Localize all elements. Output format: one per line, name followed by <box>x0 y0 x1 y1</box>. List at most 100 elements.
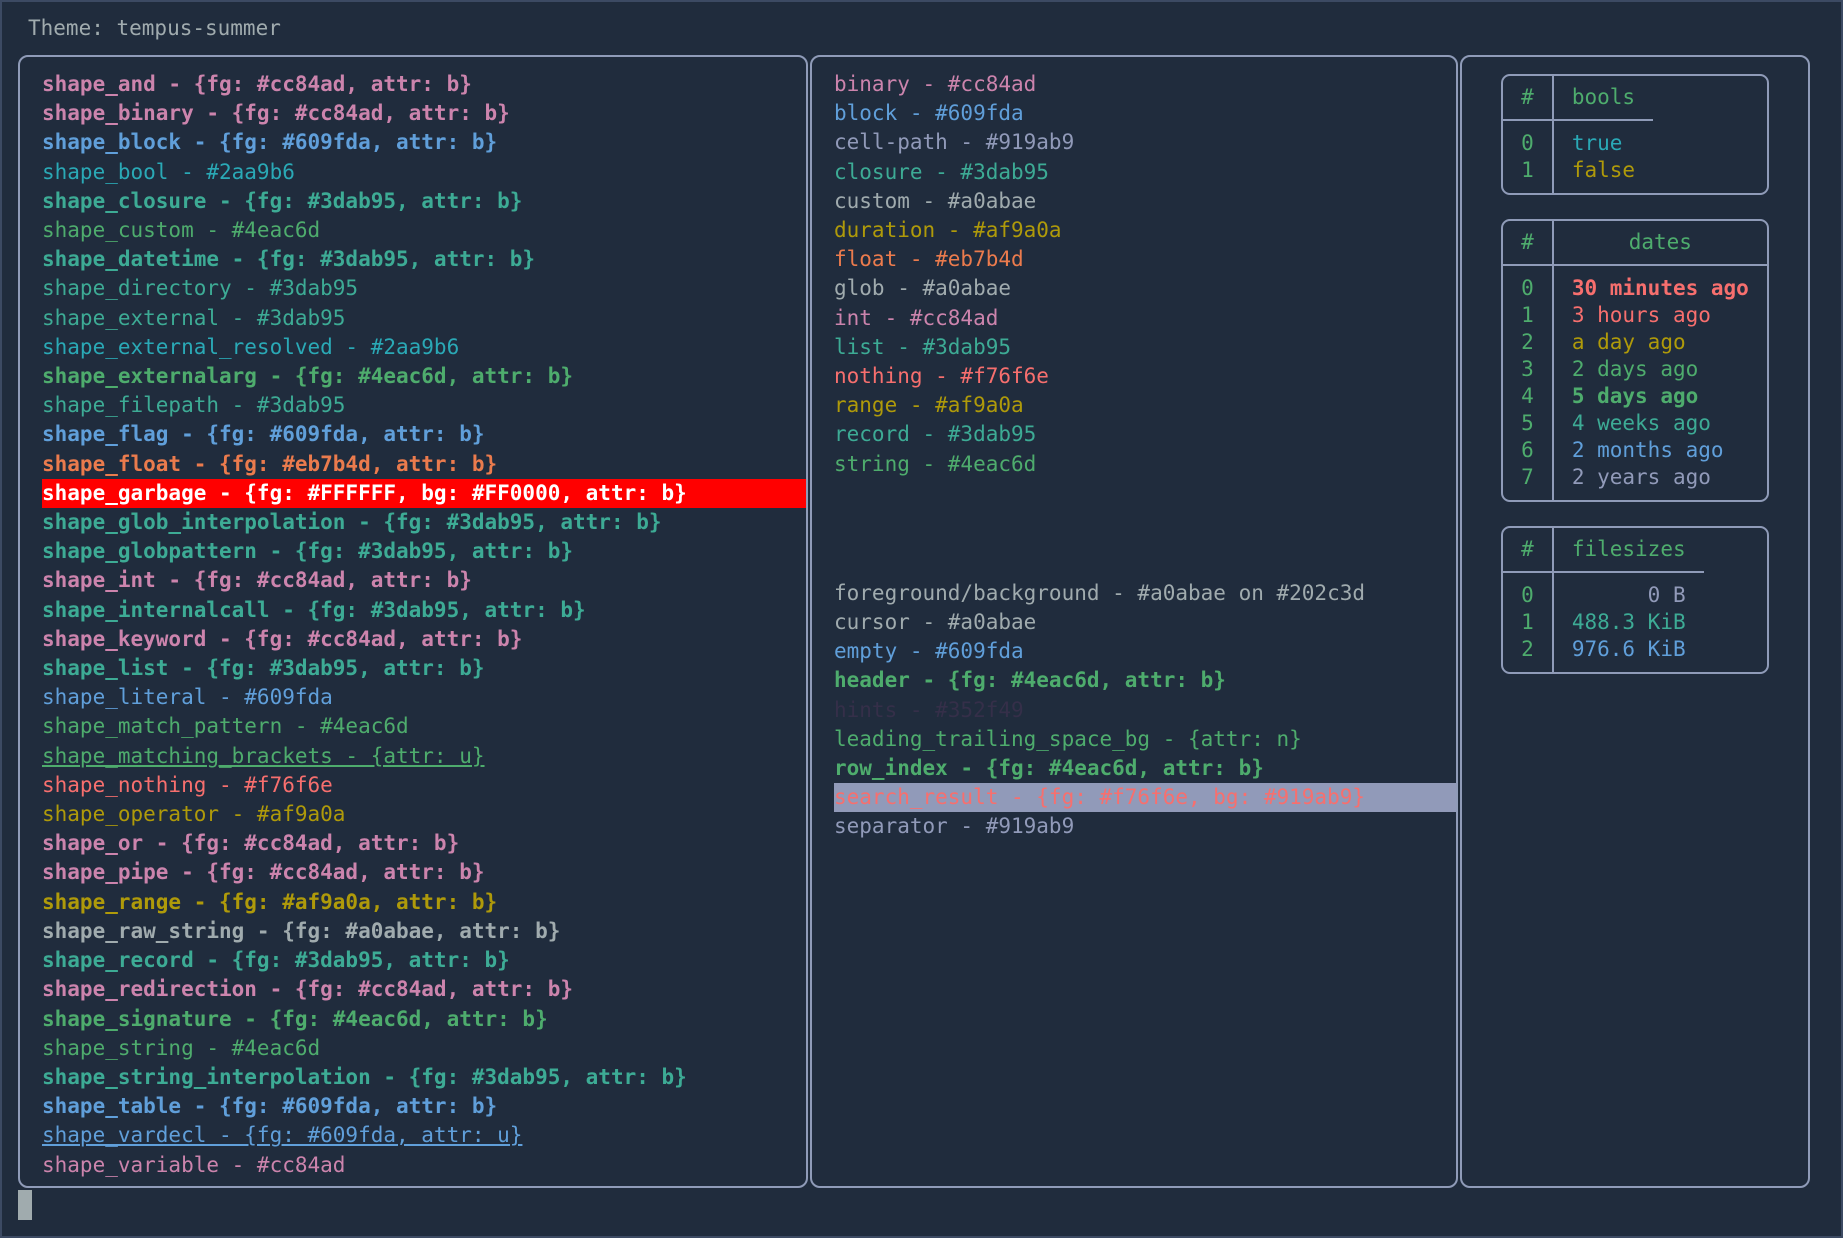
ui-element-entry: cursor - #a0abae <box>834 608 1456 637</box>
type-entry: range - #af9a0a <box>834 391 1456 420</box>
shapes-list: shape_and - {fg: #cc84ad, attr: b}shape_… <box>42 70 806 1180</box>
shape-entry: shape_signature - {fg: #4eac6d, attr: b} <box>42 1005 806 1034</box>
table-row: 62 months ago <box>1503 437 1767 464</box>
column-header: # <box>1503 528 1553 572</box>
column-header: # <box>1503 221 1553 265</box>
column-header: filesizes <box>1553 528 1704 572</box>
row-index: 1 <box>1503 157 1553 193</box>
row-index: 0 <box>1503 265 1553 302</box>
table-row: 2a day ago <box>1503 329 1767 356</box>
type-entry: cell-path - #919ab9 <box>834 128 1456 157</box>
shape-entry: shape_custom - #4eac6d <box>42 216 806 245</box>
type-entry: list - #3dab95 <box>834 333 1456 362</box>
table-row: 030 minutes ago <box>1503 265 1767 302</box>
shape-entry: shape_match_pattern - #4eac6d <box>42 712 806 741</box>
row-value: false <box>1553 157 1653 193</box>
terminal-cursor <box>18 1190 32 1220</box>
row-value: 488.3 KiB <box>1553 609 1704 636</box>
ui-element-entry: header - {fg: #4eac6d, attr: b} <box>834 666 1456 695</box>
shape-entry: shape_external_resolved - #2aa9b6 <box>42 333 806 362</box>
shape-entry: shape_externalarg - {fg: #4eac6d, attr: … <box>42 362 806 391</box>
type-entry: block - #609fda <box>834 99 1456 128</box>
shape-entry: shape_binary - {fg: #cc84ad, attr: b} <box>42 99 806 128</box>
shape-entry: shape_internalcall - {fg: #3dab95, attr:… <box>42 596 806 625</box>
terminal-window: Theme: tempus-summer shape_and - {fg: #c… <box>0 0 1843 1238</box>
table-row: 13 hours ago <box>1503 302 1767 329</box>
type-entry: string - #4eac6d <box>834 450 1456 479</box>
type-entry: custom - #a0abae <box>834 187 1456 216</box>
type-entry: float - #eb7b4d <box>834 245 1456 274</box>
shape-entry: shape_string_interpolation - {fg: #3dab9… <box>42 1063 806 1092</box>
table-row: 1false <box>1503 157 1653 193</box>
row-value: 0 B <box>1553 572 1704 609</box>
shape-entry: shape_raw_string - {fg: #a0abae, attr: b… <box>42 917 806 946</box>
table-row: 1488.3 KiB <box>1503 609 1703 636</box>
shapes-panel: shape_and - {fg: #cc84ad, attr: b}shape_… <box>18 55 808 1188</box>
ui-element-entry: leading_trailing_space_bg - {attr: n} <box>834 725 1456 754</box>
row-index: 3 <box>1503 356 1553 383</box>
type-entry: int - #cc84ad <box>834 304 1456 333</box>
shape-entry: shape_list - {fg: #3dab95, attr: b} <box>42 654 806 683</box>
table-dates: #dates030 minutes ago13 hours ago2a day … <box>1501 219 1769 502</box>
column-header: dates <box>1553 221 1767 265</box>
shape-entry: shape_nothing - #f76f6e <box>42 771 806 800</box>
row-value: 976.6 KiB <box>1553 636 1704 672</box>
shape-entry: shape_external - #3dab95 <box>42 304 806 333</box>
shape-entry: shape_variable - #cc84ad <box>42 1151 806 1180</box>
ui-element-entry: search_result - {fg: #f76f6e, bg: #919ab… <box>834 783 1456 812</box>
table-row: 0true <box>1503 120 1653 157</box>
table-header-row: #filesizes <box>1503 528 1703 572</box>
shape-entry: shape_bool - #2aa9b6 <box>42 158 806 187</box>
type-entry: duration - #af9a0a <box>834 216 1456 245</box>
column-header: bools <box>1553 76 1653 120</box>
shape-entry: shape_redirection - {fg: #cc84ad, attr: … <box>42 975 806 1004</box>
row-value: 3 hours ago <box>1553 302 1767 329</box>
types-list: binary - #cc84adblock - #609fdacell-path… <box>834 70 1456 479</box>
list-spacer <box>834 479 1456 579</box>
shape-entry: shape_keyword - {fg: #cc84ad, attr: b} <box>42 625 806 654</box>
table-row: 2976.6 KiB <box>1503 636 1703 672</box>
shape-entry: shape_range - {fg: #af9a0a, attr: b} <box>42 888 806 917</box>
type-entry: closure - #3dab95 <box>834 158 1456 187</box>
shape-entry: shape_block - {fg: #609fda, attr: b} <box>42 128 806 157</box>
type-entry: record - #3dab95 <box>834 420 1456 449</box>
table-bools: #bools0true1false <box>1501 74 1769 195</box>
table-filesizes: #filesizes00 B1488.3 KiB2976.6 KiB <box>1501 526 1769 674</box>
sample-tables: #bools0true1false#dates030 minutes ago13… <box>1501 74 1769 698</box>
table-row: 54 weeks ago <box>1503 410 1767 437</box>
table-row: 32 days ago <box>1503 356 1767 383</box>
table-header-row: #bools <box>1503 76 1653 120</box>
type-entry: glob - #a0abae <box>834 274 1456 303</box>
type-entry: nothing - #f76f6e <box>834 362 1456 391</box>
row-index: 0 <box>1503 120 1553 157</box>
shape-entry: shape_garbage - {fg: #FFFFFF, bg: #FF000… <box>42 479 806 508</box>
table-row: 72 years ago <box>1503 464 1767 500</box>
panels-container: shape_and - {fg: #cc84ad, attr: b}shape_… <box>18 55 1818 1195</box>
shape-entry: shape_vardecl - {fg: #609fda, attr: u} <box>42 1121 806 1150</box>
row-value: a day ago <box>1553 329 1767 356</box>
theme-label: Theme: tempus-summer <box>28 14 281 43</box>
shape-entry: shape_record - {fg: #3dab95, attr: b} <box>42 946 806 975</box>
shape-entry: shape_literal - #609fda <box>42 683 806 712</box>
row-value: 2 days ago <box>1553 356 1767 383</box>
ui-element-entry: row_index - {fg: #4eac6d, attr: b} <box>834 754 1456 783</box>
row-value: 4 weeks ago <box>1553 410 1767 437</box>
shape-entry: shape_globpattern - {fg: #3dab95, attr: … <box>42 537 806 566</box>
shape-entry: shape_pipe - {fg: #cc84ad, attr: b} <box>42 858 806 887</box>
shape-entry: shape_operator - #af9a0a <box>42 800 806 829</box>
row-index: 7 <box>1503 464 1553 500</box>
table-header-row: #dates <box>1503 221 1767 265</box>
row-index: 5 <box>1503 410 1553 437</box>
row-index: 1 <box>1503 302 1553 329</box>
row-index: 6 <box>1503 437 1553 464</box>
type-entry: binary - #cc84ad <box>834 70 1456 99</box>
row-value: true <box>1553 120 1653 157</box>
shape-entry: shape_and - {fg: #cc84ad, attr: b} <box>42 70 806 99</box>
shape-entry: shape_closure - {fg: #3dab95, attr: b} <box>42 187 806 216</box>
shape-entry: shape_string - #4eac6d <box>42 1034 806 1063</box>
shape-entry: shape_glob_interpolation - {fg: #3dab95,… <box>42 508 806 537</box>
shape-entry: shape_datetime - {fg: #3dab95, attr: b} <box>42 245 806 274</box>
shape-entry: shape_or - {fg: #cc84ad, attr: b} <box>42 829 806 858</box>
shape-entry: shape_table - {fg: #609fda, attr: b} <box>42 1092 806 1121</box>
row-value: 30 minutes ago <box>1553 265 1767 302</box>
